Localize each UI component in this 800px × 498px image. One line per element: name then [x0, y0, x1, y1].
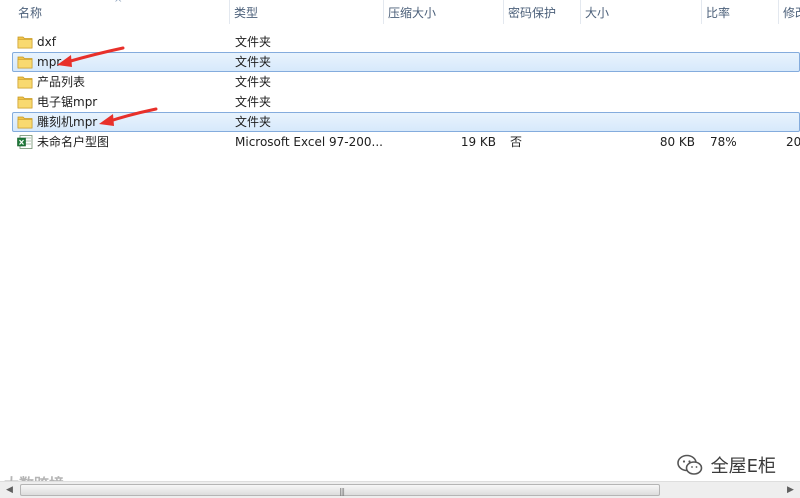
- file-type: 文件夹: [235, 55, 272, 69]
- file-type: 文件夹: [235, 75, 272, 89]
- file-row-product-list[interactable]: 产品列表 文件夹: [12, 72, 800, 92]
- column-size[interactable]: 大小: [581, 0, 609, 24]
- file-type: 文件夹: [235, 115, 272, 129]
- column-modified[interactable]: 修改: [779, 0, 800, 24]
- file-password-protected: 否: [510, 135, 523, 149]
- column-compressed-size[interactable]: 压缩大小: [384, 0, 436, 24]
- file-name: 未命名户型图: [37, 135, 110, 149]
- wechat-icon: [676, 454, 702, 475]
- file-size: 80 KB: [659, 135, 695, 149]
- file-compressed-size: 19 KB: [460, 135, 496, 149]
- file-row-floorplan-xls[interactable]: 未命名户型图 Microsoft Excel 97-200... 19 KB 否…: [12, 132, 800, 152]
- scroll-left-icon[interactable]: ◀: [1, 483, 18, 498]
- column-ratio[interactable]: 比率: [702, 0, 730, 24]
- sort-ascending-icon: ^: [114, 0, 123, 9]
- horizontal-scrollbar[interactable]: ◀ ||| ▶: [0, 481, 800, 498]
- column-header: ^ 名称 类型 压缩大小 密码保护 大小 比率 修改: [0, 0, 800, 24]
- column-name[interactable]: 名称: [14, 0, 42, 24]
- file-type: Microsoft Excel 97-200...: [235, 135, 383, 149]
- file-type: 文件夹: [235, 95, 272, 109]
- file-row-mpr[interactable]: mpr 文件夹: [12, 52, 800, 72]
- watermark-brand: 全屋E柜: [676, 452, 776, 478]
- watermark-brand-text: 全屋E柜: [710, 456, 776, 477]
- file-type: 文件夹: [235, 35, 272, 49]
- folder-icon: [17, 36, 33, 49]
- folder-icon: [17, 96, 33, 109]
- file-row-dxf[interactable]: dxf 文件夹: [12, 32, 800, 52]
- file-name: 产品列表: [37, 75, 86, 89]
- file-modified: 20: [786, 135, 800, 149]
- red-arrow-annotation: [99, 107, 158, 126]
- scroll-right-icon[interactable]: ▶: [782, 483, 799, 498]
- folder-icon: [17, 56, 33, 69]
- folder-icon: [17, 116, 33, 129]
- column-password[interactable]: 密码保护: [504, 0, 556, 24]
- grip-icon: |||: [339, 487, 345, 496]
- folder-icon: [17, 76, 33, 89]
- red-arrow-annotation: [57, 46, 125, 67]
- file-ratio: 78%: [710, 135, 737, 149]
- column-type[interactable]: 类型: [230, 0, 258, 24]
- excel-file-icon: [17, 135, 33, 149]
- scrollbar-thumb[interactable]: |||: [20, 484, 660, 496]
